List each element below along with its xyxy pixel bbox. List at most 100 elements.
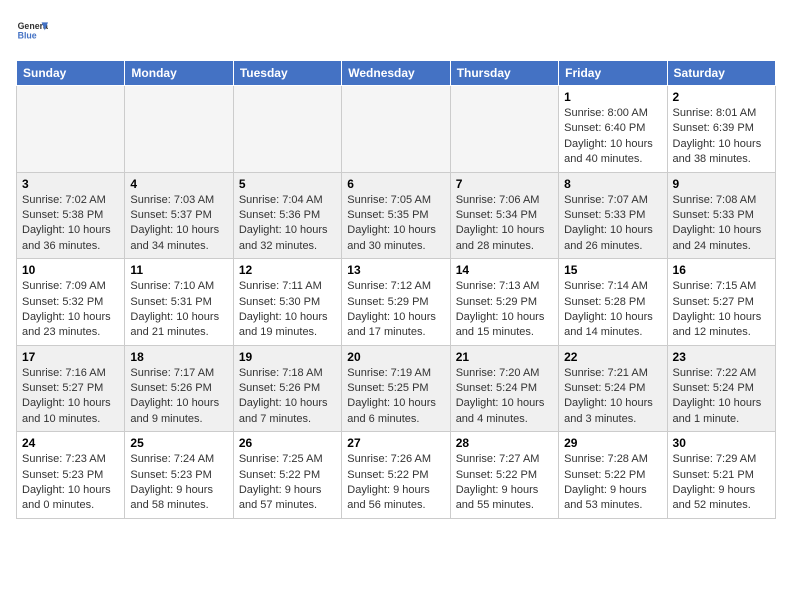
calendar-cell: 14 Sunrise: 7:13 AMSunset: 5:29 PMDayligh… xyxy=(450,259,558,346)
calendar-cell: 11 Sunrise: 7:10 AMSunset: 5:31 PMDayligh… xyxy=(125,259,233,346)
day-info: Sunrise: 7:09 AMSunset: 5:32 PMDaylight:… xyxy=(22,279,119,341)
day-number: 20 xyxy=(347,350,444,364)
weekday-header-tuesday: Tuesday xyxy=(233,61,341,86)
calendar-cell: 27 Sunrise: 7:26 AMSunset: 5:22 PMDayligh… xyxy=(342,432,450,519)
calendar-cell: 3 Sunrise: 7:02 AMSunset: 5:38 PMDaylight… xyxy=(17,172,125,259)
day-info: Sunrise: 7:02 AMSunset: 5:38 PMDaylight:… xyxy=(22,193,119,255)
calendar-cell xyxy=(125,86,233,173)
calendar-cell: 25 Sunrise: 7:24 AMSunset: 5:23 PMDayligh… xyxy=(125,432,233,519)
day-info: Sunrise: 7:17 AMSunset: 5:26 PMDaylight:… xyxy=(130,366,227,428)
svg-text:Blue: Blue xyxy=(18,30,37,40)
day-number: 8 xyxy=(564,177,661,191)
day-info: Sunrise: 7:15 AMSunset: 5:27 PMDaylight:… xyxy=(673,279,770,341)
day-info: Sunrise: 7:04 AMSunset: 5:36 PMDaylight:… xyxy=(239,193,336,255)
day-info: Sunrise: 7:14 AMSunset: 5:28 PMDaylight:… xyxy=(564,279,661,341)
day-info: Sunrise: 7:12 AMSunset: 5:29 PMDaylight:… xyxy=(347,279,444,341)
week-row-1: 1Sunrise: 8:00 AMSunset: 6:40 PMDaylight… xyxy=(17,86,776,173)
day-number: 19 xyxy=(239,350,336,364)
day-info: Sunrise: 7:10 AMSunset: 5:31 PMDaylight:… xyxy=(130,279,227,341)
calendar-cell: 28Sunrise: 7:27 AMSunset: 5:22 PMDayligh… xyxy=(450,432,558,519)
calendar-cell xyxy=(233,86,341,173)
day-info: Sunrise: 7:05 AMSunset: 5:35 PMDaylight:… xyxy=(347,193,444,255)
day-number: 13 xyxy=(347,263,444,277)
day-number: 5 xyxy=(239,177,336,191)
calendar-cell: 22 Sunrise: 7:21 AMSunset: 5:24 PMDayligh… xyxy=(559,345,667,432)
day-number: 6 xyxy=(347,177,444,191)
day-info: Sunrise: 7:26 AMSunset: 5:22 PMDaylight:… xyxy=(347,452,444,514)
calendar-cell: 6 Sunrise: 7:05 AMSunset: 5:35 PMDaylight… xyxy=(342,172,450,259)
calendar-cell: 24 Sunrise: 7:23 AMSunset: 5:23 PMDayligh… xyxy=(17,432,125,519)
day-info: Sunrise: 7:03 AMSunset: 5:37 PMDaylight:… xyxy=(130,193,227,255)
day-number: 2 xyxy=(673,90,770,104)
day-info: Sunrise: 7:20 AMSunset: 5:24 PMDaylight:… xyxy=(456,366,553,428)
calendar-cell: 26Sunrise: 7:25 AMSunset: 5:22 PMDayligh… xyxy=(233,432,341,519)
day-number: 11 xyxy=(130,263,227,277)
calendar-cell: 4 Sunrise: 7:03 AMSunset: 5:37 PMDaylight… xyxy=(125,172,233,259)
weekday-header-saturday: Saturday xyxy=(667,61,775,86)
calendar-cell: 1Sunrise: 8:00 AMSunset: 6:40 PMDaylight… xyxy=(559,86,667,173)
day-info: Sunrise: 7:21 AMSunset: 5:24 PMDaylight:… xyxy=(564,366,661,428)
calendar-cell: 23 Sunrise: 7:22 AMSunset: 5:24 PMDayligh… xyxy=(667,345,775,432)
day-number: 27 xyxy=(347,436,444,450)
day-number: 17 xyxy=(22,350,119,364)
day-info: Sunrise: 8:01 AMSunset: 6:39 PMDaylight:… xyxy=(673,106,770,168)
calendar-cell: 8 Sunrise: 7:07 AMSunset: 5:33 PMDaylight… xyxy=(559,172,667,259)
day-info: Sunrise: 7:29 AMSunset: 5:21 PMDaylight:… xyxy=(673,452,770,514)
calendar-cell: 13 Sunrise: 7:12 AMSunset: 5:29 PMDayligh… xyxy=(342,259,450,346)
calendar-cell: 9Sunrise: 7:08 AMSunset: 5:33 PMDaylight… xyxy=(667,172,775,259)
week-row-5: 24 Sunrise: 7:23 AMSunset: 5:23 PMDayligh… xyxy=(17,432,776,519)
calendar-cell xyxy=(450,86,558,173)
week-row-2: 3 Sunrise: 7:02 AMSunset: 5:38 PMDaylight… xyxy=(17,172,776,259)
calendar-cell: 2 Sunrise: 8:01 AMSunset: 6:39 PMDaylight… xyxy=(667,86,775,173)
calendar-cell xyxy=(342,86,450,173)
week-row-4: 17 Sunrise: 7:16 AMSunset: 5:27 PMDayligh… xyxy=(17,345,776,432)
weekday-header-thursday: Thursday xyxy=(450,61,558,86)
calendar-cell xyxy=(17,86,125,173)
day-info: Sunrise: 7:13 AMSunset: 5:29 PMDaylight:… xyxy=(456,279,553,341)
calendar-cell: 12Sunrise: 7:11 AMSunset: 5:30 PMDayligh… xyxy=(233,259,341,346)
day-info: Sunrise: 7:22 AMSunset: 5:24 PMDaylight:… xyxy=(673,366,770,428)
day-number: 3 xyxy=(22,177,119,191)
day-number: 21 xyxy=(456,350,553,364)
weekday-header-sunday: Sunday xyxy=(17,61,125,86)
day-info: Sunrise: 7:11 AMSunset: 5:30 PMDaylight:… xyxy=(239,279,336,341)
day-number: 24 xyxy=(22,436,119,450)
calendar-cell: 20 Sunrise: 7:19 AMSunset: 5:25 PMDayligh… xyxy=(342,345,450,432)
day-info: Sunrise: 7:18 AMSunset: 5:26 PMDaylight:… xyxy=(239,366,336,428)
day-number: 25 xyxy=(130,436,227,450)
day-number: 4 xyxy=(130,177,227,191)
calendar-cell: 29 Sunrise: 7:28 AMSunset: 5:22 PMDayligh… xyxy=(559,432,667,519)
weekday-header-monday: Monday xyxy=(125,61,233,86)
day-number: 10 xyxy=(22,263,119,277)
calendar-cell: 15Sunrise: 7:14 AMSunset: 5:28 PMDayligh… xyxy=(559,259,667,346)
day-info: Sunrise: 7:28 AMSunset: 5:22 PMDaylight:… xyxy=(564,452,661,514)
day-info: Sunrise: 8:00 AMSunset: 6:40 PMDaylight:… xyxy=(564,106,661,168)
header: General Blue xyxy=(16,16,776,48)
day-number: 22 xyxy=(564,350,661,364)
calendar-cell: 18Sunrise: 7:17 AMSunset: 5:26 PMDayligh… xyxy=(125,345,233,432)
day-info: Sunrise: 7:23 AMSunset: 5:23 PMDaylight:… xyxy=(22,452,119,514)
day-info: Sunrise: 7:27 AMSunset: 5:22 PMDaylight:… xyxy=(456,452,553,514)
weekday-header-friday: Friday xyxy=(559,61,667,86)
calendar-cell: 10 Sunrise: 7:09 AMSunset: 5:32 PMDayligh… xyxy=(17,259,125,346)
day-number: 14 xyxy=(456,263,553,277)
calendar-cell: 16 Sunrise: 7:15 AMSunset: 5:27 PMDayligh… xyxy=(667,259,775,346)
week-row-3: 10 Sunrise: 7:09 AMSunset: 5:32 PMDayligh… xyxy=(17,259,776,346)
day-info: Sunrise: 7:06 AMSunset: 5:34 PMDaylight:… xyxy=(456,193,553,255)
day-number: 23 xyxy=(673,350,770,364)
calendar-cell: 5 Sunrise: 7:04 AMSunset: 5:36 PMDaylight… xyxy=(233,172,341,259)
day-info: Sunrise: 7:24 AMSunset: 5:23 PMDaylight:… xyxy=(130,452,227,514)
calendar: SundayMondayTuesdayWednesdayThursdayFrid… xyxy=(16,60,776,519)
weekday-header-row: SundayMondayTuesdayWednesdayThursdayFrid… xyxy=(17,61,776,86)
day-number: 9 xyxy=(673,177,770,191)
day-info: Sunrise: 7:19 AMSunset: 5:25 PMDaylight:… xyxy=(347,366,444,428)
weekday-header-wednesday: Wednesday xyxy=(342,61,450,86)
logo-icon: General Blue xyxy=(16,16,48,48)
calendar-cell: 19 Sunrise: 7:18 AMSunset: 5:26 PMDayligh… xyxy=(233,345,341,432)
calendar-cell: 7 Sunrise: 7:06 AMSunset: 5:34 PMDaylight… xyxy=(450,172,558,259)
day-number: 7 xyxy=(456,177,553,191)
day-info: Sunrise: 7:07 AMSunset: 5:33 PMDaylight:… xyxy=(564,193,661,255)
day-number: 16 xyxy=(673,263,770,277)
day-number: 29 xyxy=(564,436,661,450)
day-info: Sunrise: 7:16 AMSunset: 5:27 PMDaylight:… xyxy=(22,366,119,428)
